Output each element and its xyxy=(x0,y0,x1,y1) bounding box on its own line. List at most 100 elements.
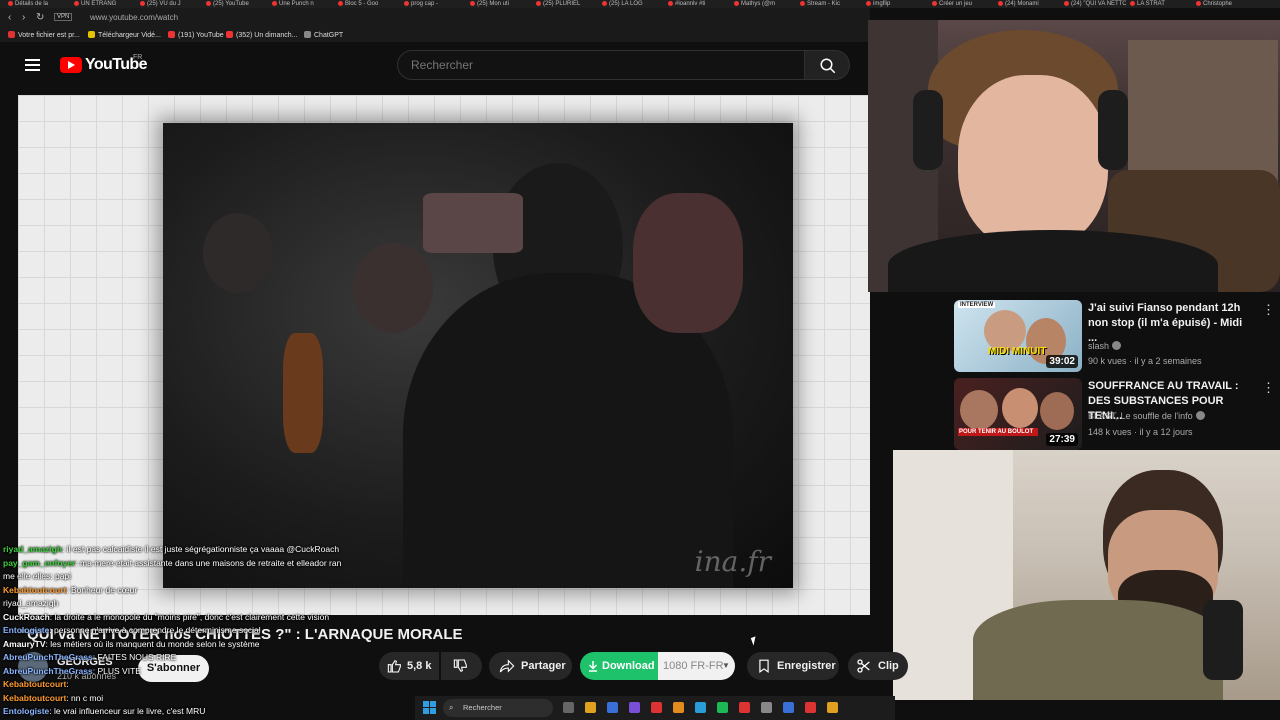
tab-favicon-icon xyxy=(1064,0,1069,6)
chat-message: CuckRoach: la droite a le monopole du "m… xyxy=(3,611,363,625)
taskbar-app-icon[interactable] xyxy=(629,702,640,713)
video-thumbnail[interactable]: POUR TENIR AU BOULOT 27:39 xyxy=(954,378,1082,450)
channel-name[interactable]: BLAST, Le souffle de l'info xyxy=(1088,411,1205,421)
chat-text: : les métiers où ils manquent du monde s… xyxy=(45,638,260,649)
tab-favicon-icon xyxy=(536,0,541,6)
taskbar-app-icon[interactable] xyxy=(827,702,838,713)
browser-tab[interactable]: Bloc 5 - Goo xyxy=(338,0,400,8)
bookmark-icon xyxy=(226,31,233,38)
browser-tab[interactable]: Détails de la xyxy=(8,0,70,8)
browser-tab[interactable]: (25) VU du J xyxy=(140,0,202,8)
tab-favicon-icon xyxy=(1130,0,1135,6)
vpn-badge[interactable]: VPN xyxy=(54,13,73,21)
tab-favicon-icon xyxy=(140,0,145,6)
bookmark-item[interactable]: (191) YouTube xyxy=(168,31,224,39)
browser-tab[interactable]: Une Punch n xyxy=(272,0,334,8)
bookmark-item[interactable]: Téléchargeur Vidé... xyxy=(88,31,161,39)
video-thumbnail[interactable]: INTERVIEW MIDI MINUIT 39:02 xyxy=(954,300,1082,372)
browser-tab[interactable]: prog cap - xyxy=(404,0,466,8)
chat-message: Kebabtoutcourt: xyxy=(3,678,363,692)
browser-tab[interactable]: Mathys (@m xyxy=(734,0,796,8)
chat-message: AmauryTV: les métiers où ils manquent du… xyxy=(3,638,363,652)
quality-select[interactable]: 1080 FR-FR ▼ xyxy=(658,652,735,680)
chat-message: me elle elles: papi xyxy=(3,570,363,584)
taskbar-app-icon[interactable] xyxy=(563,702,574,713)
bookmark-item[interactable]: (352) Un dimanch... xyxy=(226,31,297,39)
chat-username: AbreuPunchTheGrass xyxy=(3,665,93,676)
tab-favicon-icon xyxy=(470,0,475,6)
chat-text: : Bonheur de cœur xyxy=(66,584,138,595)
taskbar-app-icon[interactable] xyxy=(739,702,750,713)
taskbar-app-icon[interactable] xyxy=(783,702,794,713)
tab-favicon-icon xyxy=(668,0,673,6)
browser-tab[interactable]: #loannlv #ti xyxy=(668,0,730,8)
browser-tab[interactable]: (25) YouTube xyxy=(206,0,268,8)
windows-start-icon[interactable] xyxy=(423,701,436,714)
tab-favicon-icon xyxy=(602,0,607,6)
taskbar-app-icon[interactable] xyxy=(651,702,662,713)
browser-tab[interactable]: (24) "QUI VA NETTOY xyxy=(1064,0,1126,8)
thumbnail-text: POUR TENIR AU BOULOT xyxy=(958,428,1038,436)
forward-arrow-icon[interactable]: › xyxy=(22,12,25,23)
scissors-icon xyxy=(857,659,870,673)
back-arrow-icon[interactable]: ‹ xyxy=(8,12,11,23)
windows-taskbar: ⌕ Rechercher xyxy=(415,696,895,720)
share-button[interactable]: Partager xyxy=(489,652,572,680)
search-button[interactable] xyxy=(804,50,850,80)
browser-tab[interactable]: (25) Mon uti xyxy=(470,0,532,8)
taskbar-search[interactable]: ⌕ Rechercher xyxy=(443,699,553,717)
clip-button[interactable]: Clip xyxy=(848,652,908,680)
taskbar-app-icon[interactable] xyxy=(585,702,596,713)
save-label: Enregistrer xyxy=(777,660,836,672)
clip-label: Clip xyxy=(878,660,899,672)
video-title[interactable]: J'ai suivi Fianso pendant 12h non stop (… xyxy=(1088,301,1248,346)
hamburger-menu-icon[interactable] xyxy=(25,59,40,71)
chat-text: : il est pas calcaidiste il est juste sé… xyxy=(62,544,340,554)
taskbar-app-icon[interactable] xyxy=(607,702,618,713)
tab-label: #loannlv #ti xyxy=(675,1,706,7)
taskbar-app-icon[interactable] xyxy=(717,702,728,713)
search-input[interactable] xyxy=(397,50,805,80)
reload-icon[interactable]: ↻ xyxy=(36,12,44,23)
browser-tab[interactable]: (25) PLURIEL xyxy=(536,0,598,8)
microphone xyxy=(1203,600,1243,680)
browser-tab[interactable]: (25) LA LOG xyxy=(602,0,664,8)
browser-tab[interactable]: Stream - Kic xyxy=(800,0,862,8)
download-button[interactable]: Download xyxy=(580,652,658,680)
download-arrow-icon xyxy=(588,661,598,672)
taskbar-app-icon[interactable] xyxy=(695,702,706,713)
tab-favicon-icon xyxy=(932,0,937,6)
interview-badge: INTERVIEW xyxy=(958,302,996,308)
browser-tab[interactable]: imgflip xyxy=(866,0,928,8)
like-button[interactable]: 5,8 k xyxy=(379,652,439,680)
video-player[interactable]: ina.fr xyxy=(18,95,870,615)
more-options-icon[interactable]: ⋮ xyxy=(1262,380,1275,396)
browser-tab[interactable]: Créer un jeu xyxy=(932,0,994,8)
browser-tab[interactable]: (24) Monami xyxy=(998,0,1060,8)
bookmark-item[interactable]: Votre fichier est pr... xyxy=(8,31,80,39)
url-field[interactable]: www.youtube.com/watch xyxy=(90,13,178,22)
background-object xyxy=(423,193,523,253)
recommended-video[interactable]: INTERVIEW MIDI MINUIT 39:02 J'ai suivi F… xyxy=(954,300,1280,372)
chat-message: AbreuPunchTheGrass: FAITES NOUS RIRE xyxy=(3,651,363,665)
bookmark-label: ChatGPT xyxy=(314,32,344,39)
channel-name[interactable]: slash xyxy=(1088,341,1122,351)
tab-favicon-icon xyxy=(206,0,211,6)
bookmark-item[interactable]: ChatGPT xyxy=(304,31,343,39)
taskbar-app-icon[interactable] xyxy=(673,702,684,713)
dislike-button[interactable] xyxy=(441,652,482,680)
recommended-video[interactable]: POUR TENIR AU BOULOT 27:39 SOUFFRANCE AU… xyxy=(954,378,1280,450)
chat-username: riyad_amazigh xyxy=(3,544,63,554)
more-options-icon[interactable]: ⋮ xyxy=(1262,302,1275,318)
chat-text: : PLUS VITE xyxy=(92,665,141,676)
browser-tab[interactable]: LA STRAT xyxy=(1130,0,1192,8)
save-button[interactable]: Enregistrer xyxy=(747,652,839,680)
browser-tab[interactable]: Christophe xyxy=(1196,0,1258,8)
chat-message: Kebabtoutcourt: nn c moi xyxy=(3,692,363,706)
video-frame[interactable]: ina.fr xyxy=(163,123,793,588)
browser-tab[interactable]: UN ÉTRANG xyxy=(74,0,136,8)
taskbar-app-icon[interactable] xyxy=(761,702,772,713)
thumbs-down-icon xyxy=(453,659,467,673)
taskbar-app-icon[interactable] xyxy=(805,702,816,713)
video-duration: 39:02 xyxy=(1046,355,1078,368)
